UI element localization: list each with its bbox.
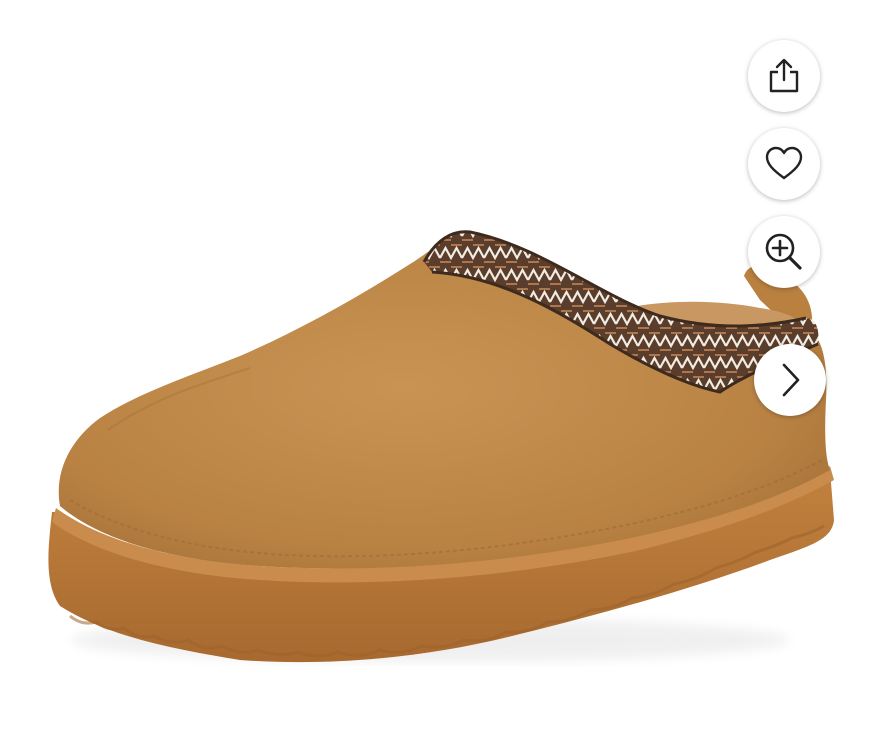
favorite-button[interactable]: [748, 128, 820, 200]
zoom-button[interactable]: [748, 216, 820, 288]
share-button[interactable]: [748, 40, 820, 112]
next-image-button[interactable]: [754, 344, 826, 416]
zoom-in-icon: [765, 233, 802, 270]
product-gallery: [0, 0, 892, 732]
chevron-right-icon: [782, 363, 800, 397]
share-icon: [769, 58, 799, 93]
heart-icon: [765, 146, 803, 180]
